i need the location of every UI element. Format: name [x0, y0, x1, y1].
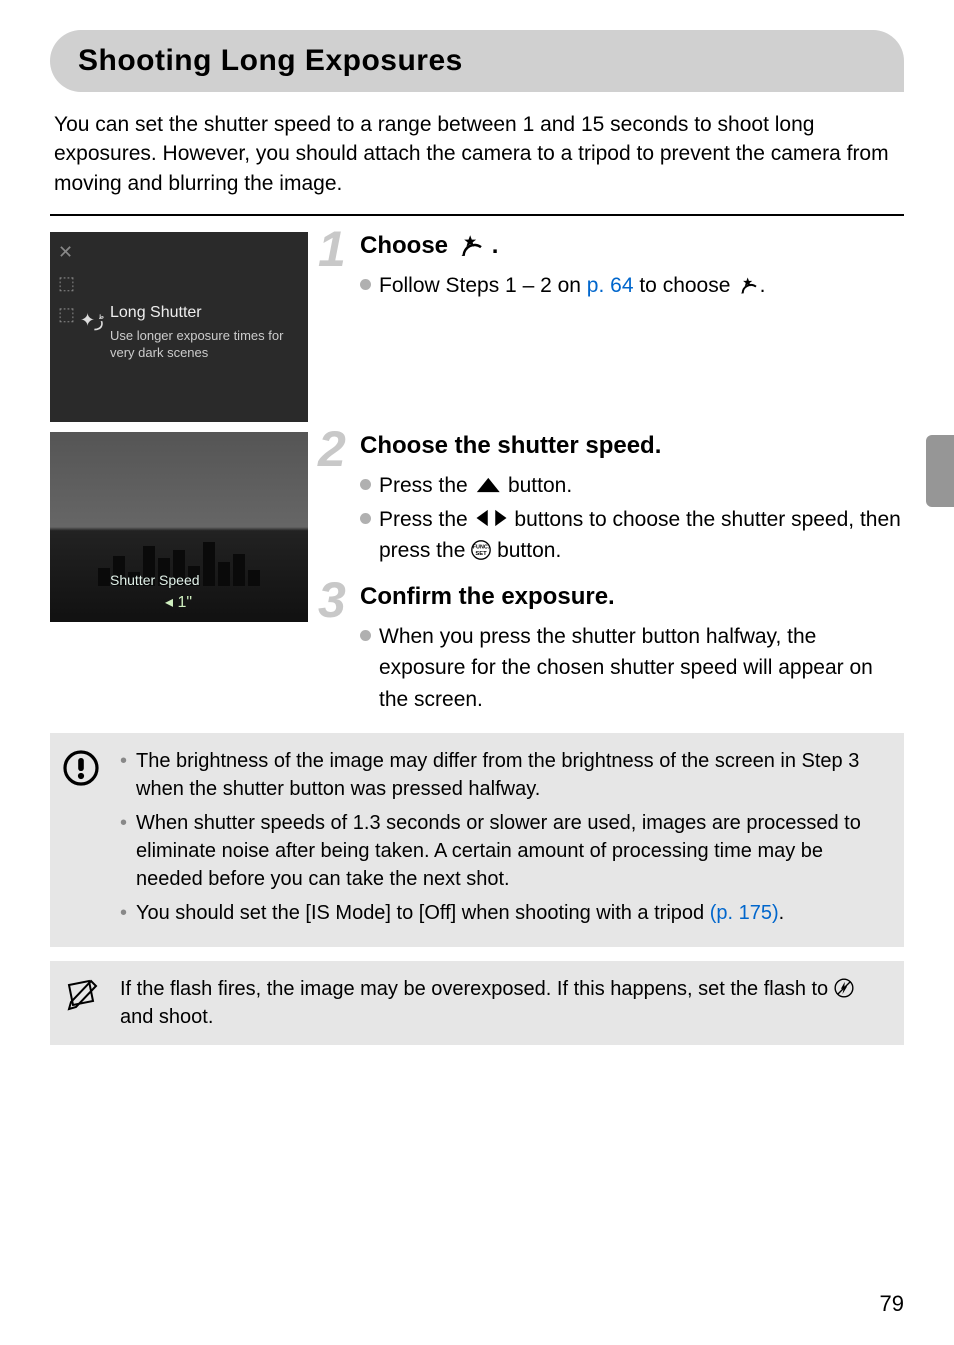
step-2-thumbnail: Shutter Speed ◂ 1" — [50, 432, 308, 622]
svg-text:SET: SET — [476, 551, 488, 557]
warning-item-3: You should set the [IS Mode] to [Off] wh… — [120, 899, 888, 927]
bullet-marker — [360, 279, 371, 290]
camera-lcd-mode-select: ✕⬚⬚ ✦ڑ Long Shutter Use longer exposure … — [50, 232, 308, 422]
warning-item-1: The brightness of the image may differ f… — [120, 747, 888, 803]
bullet-marker — [360, 513, 371, 524]
step-2-b2-suffix: button. — [497, 539, 561, 562]
step-1-thumbnail: ✕⬚⬚ ✦ڑ Long Shutter Use longer exposure … — [50, 232, 308, 422]
step-2-b2-prefix: Press the — [379, 508, 474, 531]
step-1-bullet-mid: to choose — [634, 274, 737, 297]
step-1-bullet-prefix: Follow Steps 1 – 2 on — [379, 274, 587, 297]
lcd-mode-label: Long Shutter — [110, 304, 308, 322]
page-ref-64[interactable]: p. 64 — [587, 274, 634, 297]
long-shutter-mode-icon: ✦ڑ — [80, 310, 104, 331]
section-title: Shooting Long Exposures — [78, 44, 876, 78]
section-title-bar: Shooting Long Exposures — [50, 30, 904, 92]
long-shutter-icon — [455, 232, 485, 258]
step-3-bullet: When you press the shutter button halfwa… — [379, 621, 904, 716]
intro-paragraph: You can set the shutter speed to a range… — [50, 110, 904, 198]
warning-item-2: When shutter speeds of 1.3 seconds or sl… — [120, 809, 888, 893]
func-set-button-icon: FUNC. SET — [471, 540, 491, 560]
section-divider — [50, 214, 904, 216]
camera-lcd-shutter-speed: Shutter Speed ◂ 1" — [50, 432, 308, 622]
note-icon — [60, 975, 102, 1031]
note-callout: If the flash fires, the image may be ove… — [50, 961, 904, 1045]
step-3-heading: Confirm the exposure. — [322, 583, 904, 611]
svg-text:FUNC.: FUNC. — [473, 544, 490, 550]
step-1-row: ✕⬚⬚ ✦ڑ Long Shutter Use longer exposure … — [50, 232, 904, 422]
lcd-shutter-speed-value: ◂ 1" — [165, 592, 192, 612]
left-right-arrow-icon — [474, 508, 509, 528]
caution-icon — [60, 747, 102, 933]
step-2-b1-suffix: button. — [508, 474, 572, 497]
step-1-bullet-suffix: . — [760, 274, 766, 297]
note-text: If the flash fires, the image may be ove… — [120, 975, 888, 1031]
step-1-heading-suffix: . — [492, 232, 499, 259]
bullet-marker — [360, 630, 371, 641]
long-shutter-icon — [736, 275, 759, 295]
page-ref-175[interactable]: (p. 175) — [710, 902, 779, 924]
flash-off-icon — [834, 978, 854, 998]
step-1-heading-prefix: Choose — [360, 232, 455, 259]
page-number: 79 — [880, 1291, 904, 1317]
lcd-left-icons: ✕⬚⬚ — [58, 242, 75, 325]
step-2-row: Shutter Speed ◂ 1" 2 Choose the shutter … — [50, 432, 904, 717]
step-2-heading: Choose the shutter speed. — [322, 432, 904, 460]
bullet-marker — [360, 479, 371, 490]
lcd-shutter-speed-label: Shutter Speed — [110, 572, 200, 588]
page-edge-tab — [926, 435, 954, 507]
lcd-mode-description: Use longer exposure times for very dark … — [110, 328, 308, 362]
up-arrow-icon — [474, 475, 503, 495]
warning-callout: The brightness of the image may differ f… — [50, 733, 904, 947]
step-2-b1-prefix: Press the — [379, 474, 474, 497]
